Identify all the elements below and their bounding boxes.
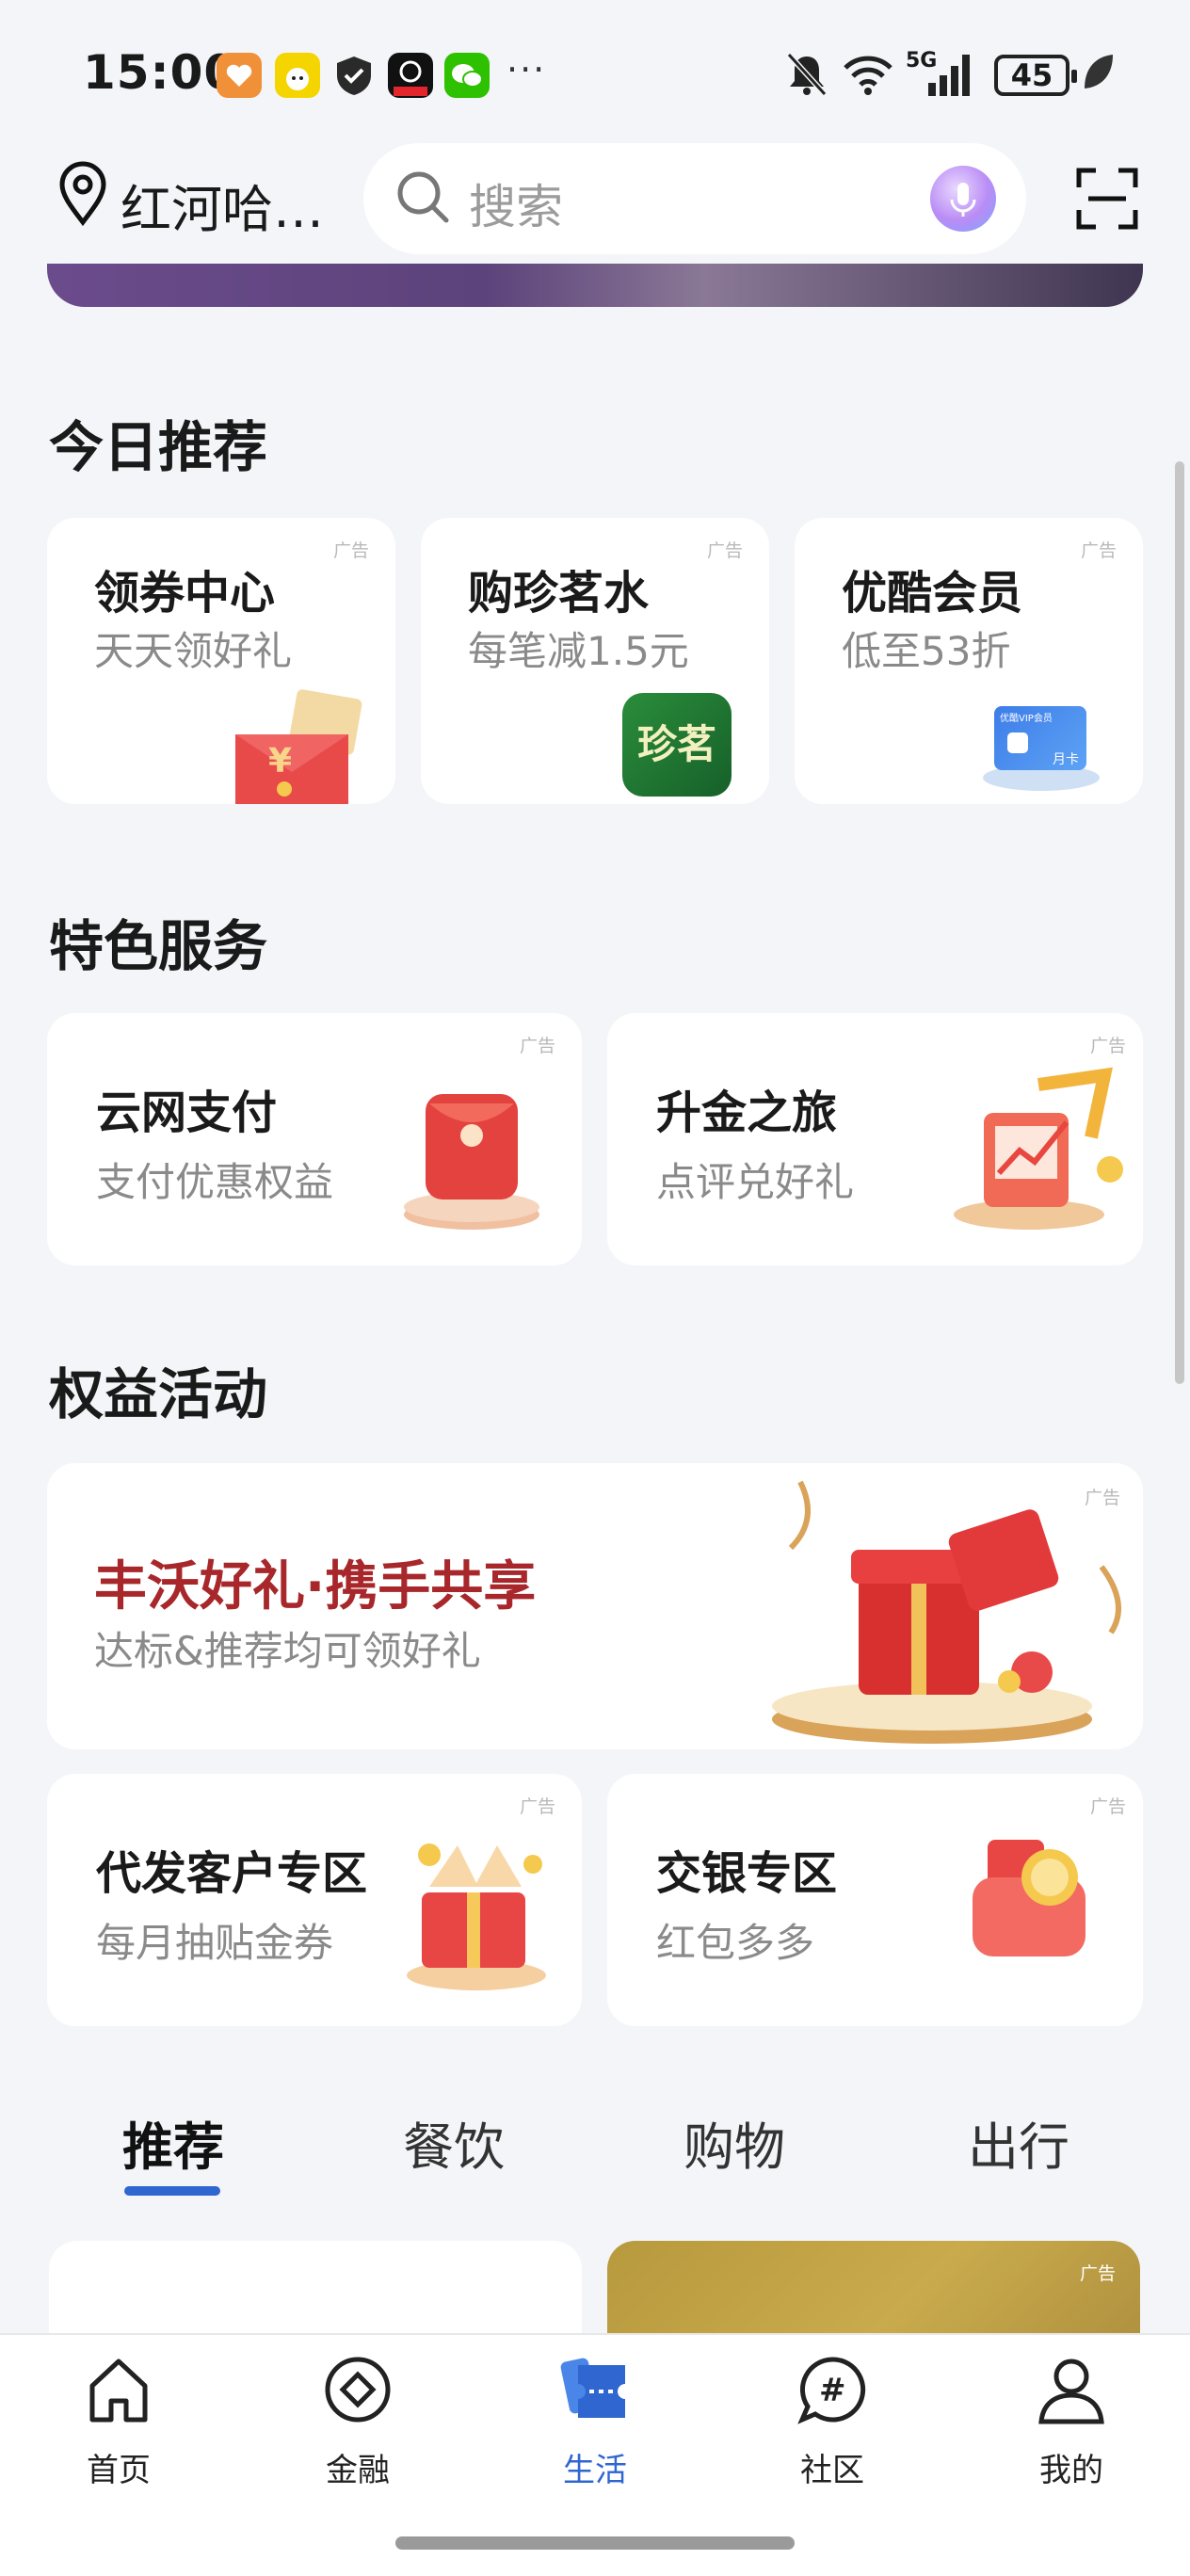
more-notifications-icon: ··· — [507, 49, 547, 90]
card-coupon-center[interactable]: 广告 领券中心 天天领好礼 ¥ — [47, 518, 395, 804]
nav-label: 社区 — [800, 2452, 864, 2489]
youku-play-icon — [1007, 733, 1028, 753]
card-title: 领券中心 — [94, 567, 276, 620]
ad-label: 广告 — [333, 540, 370, 561]
svg-text:¥: ¥ — [268, 742, 292, 781]
finance-icon — [325, 2357, 391, 2423]
shield-check-icon — [331, 53, 377, 98]
card-subtitle: 红包多多 — [656, 1920, 815, 1966]
scan-icon[interactable] — [1073, 165, 1141, 236]
scrollbar[interactable] — [1175, 461, 1184, 1384]
card-title: 升金之旅 — [656, 1087, 838, 1139]
card-bocom-zone[interactable]: 广告 交银专区 红包多多 — [607, 1774, 1143, 2026]
card-subtitle: 支付优惠权益 — [96, 1159, 334, 1205]
card-subtitle: 每笔减1.5元 — [468, 628, 689, 674]
home-icon — [89, 2359, 148, 2423]
card-zhenming-water[interactable]: 广告 购珍茗水 每笔减1.5元 珍茗 — [421, 518, 769, 804]
leaf-icon — [1081, 51, 1115, 96]
card-subtitle: 点评兑好礼 — [656, 1159, 855, 1205]
svg-text:#: # — [819, 2372, 846, 2409]
nav-life[interactable]: 生活 — [520, 2352, 670, 2490]
growth-chart-podium-icon — [925, 1056, 1123, 1239]
ad-label: 广告 — [1080, 2263, 1117, 2284]
vip-card-label: 优酷VIP会员 — [1000, 714, 1053, 724]
card-title: 优酷会员 — [842, 567, 1023, 620]
section-title-today: 今日推荐 — [49, 415, 268, 479]
tab-active-indicator — [124, 2186, 220, 2196]
card-title: 交银专区 — [656, 1847, 838, 1900]
nav-label: 生活 — [563, 2452, 627, 2489]
notification-app-icon — [388, 53, 433, 98]
tab-dining[interactable]: 餐饮 — [403, 2105, 505, 2180]
card-upgrade-journey[interactable]: 广告 升金之旅 点评兑好礼 — [607, 1013, 1143, 1265]
card-payroll-customers[interactable]: 广告 代发客户专区 每月抽贴金券 — [47, 1774, 582, 2026]
section-title-featured: 特色服务 — [49, 914, 268, 978]
card-title: 代发客户专区 — [96, 1847, 368, 1900]
nav-label: 首页 — [87, 2452, 151, 2489]
notification-app-icon — [275, 53, 320, 98]
tab-travel[interactable]: 出行 — [968, 2105, 1069, 2180]
nav-label: 金融 — [326, 2452, 390, 2489]
search-icon — [394, 168, 452, 230]
tab-recommend[interactable]: 推荐 — [122, 2105, 224, 2180]
voice-search-button[interactable] — [930, 166, 996, 232]
ad-label: 广告 — [520, 1036, 556, 1056]
red-pouch-podium-icon — [392, 1066, 552, 1239]
search-input[interactable] — [363, 143, 1026, 254]
gift-box-podium-icon — [744, 1463, 1143, 1753]
nav-label: 我的 — [1039, 2452, 1103, 2489]
location-selector[interactable]: 红河哈… — [121, 168, 324, 242]
card-subtitle: 低至53折 — [842, 628, 1011, 674]
tab-shopping[interactable]: 购物 — [683, 2105, 785, 2180]
nav-finance[interactable]: 金融 — [282, 2352, 433, 2490]
zhenming-logo: 珍茗 — [622, 693, 732, 797]
home-indicator[interactable] — [395, 2536, 795, 2550]
ad-label: 广告 — [1090, 1036, 1127, 1056]
status-time: 15:00 — [83, 45, 238, 100]
card-subtitle: 每月抽贴金券 — [96, 1920, 334, 1966]
card-title: 购珍茗水 — [468, 567, 650, 620]
community-hash-icon: # — [797, 2357, 866, 2424]
banner-title: 丰沃好礼·携手共享 — [94, 1556, 537, 1618]
ad-label: 广告 — [1081, 540, 1118, 561]
nav-home[interactable]: 首页 — [43, 2352, 194, 2490]
banner-subtitle: 达标&推荐均可领好礼 — [94, 1628, 481, 1674]
profile-icon — [1038, 2359, 1104, 2424]
card-cloud-pay[interactable]: 广告 云网支付 支付优惠权益 — [47, 1013, 582, 1265]
notification-app-icon — [217, 53, 262, 98]
card-title: 云网支付 — [96, 1087, 278, 1139]
wifi-icon — [842, 51, 894, 100]
nav-profile[interactable]: 我的 — [996, 2352, 1147, 2490]
section-title-benefits: 权益活动 — [49, 1362, 268, 1426]
search-placeholder: 搜索 — [469, 180, 563, 234]
battery-indicator: 45 — [994, 55, 1077, 96]
nav-community[interactable]: # 社区 — [757, 2352, 908, 2490]
mute-bell-icon — [785, 51, 828, 102]
card-subtitle: 天天领好礼 — [94, 628, 293, 674]
wechat-icon — [444, 53, 490, 98]
vip-card-image: 优酷VIP会员 月卡 — [994, 706, 1086, 770]
signal-icon — [926, 51, 975, 102]
gift-box-icon — [392, 1827, 561, 2000]
ad-label: 广告 — [520, 1796, 556, 1817]
vip-card-type: 月卡 — [1053, 752, 1079, 767]
red-envelope-coin-icon — [950, 1811, 1110, 1985]
life-ticket-icon — [560, 2358, 625, 2418]
ad-label: 广告 — [707, 540, 744, 561]
location-pin-icon[interactable] — [55, 160, 111, 232]
red-envelope-icon: ¥ — [226, 687, 386, 808]
card-youku-vip[interactable]: 广告 优酷会员 低至53折 优酷VIP会员 月卡 — [795, 518, 1143, 804]
benefits-banner[interactable]: 广告 丰沃好礼·携手共享 达标&推荐均可领好礼 — [47, 1463, 1143, 1749]
